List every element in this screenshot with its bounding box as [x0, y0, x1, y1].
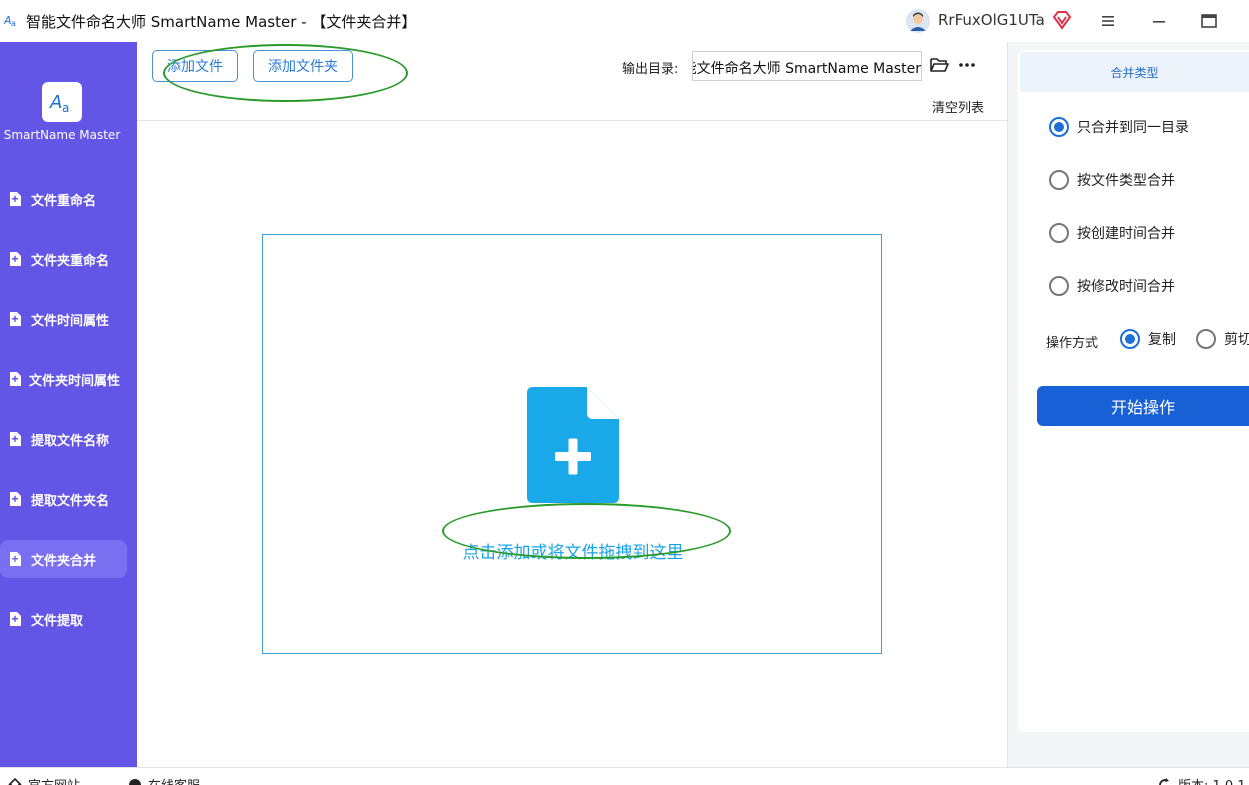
output-dir-label: 输出目录: [622, 62, 679, 77]
radio-button[interactable] [1049, 117, 1069, 137]
version-info[interactable]: 版本: 1.0.1 [1158, 775, 1246, 785]
file-icon [10, 252, 21, 266]
sidebar-item-label: 文件夹合并 [31, 553, 97, 569]
user-name[interactable]: RrFuxOlG1UTa [938, 11, 1045, 29]
sidebar-item-label: 文件重命名 [31, 193, 97, 209]
website-label: 官方网站 [28, 775, 80, 785]
clear-list-button[interactable]: 清空列表 [932, 97, 984, 116]
radio-label: 只合并到同一目录 [1077, 120, 1189, 136]
app-logo: A a [42, 82, 82, 122]
minimize-icon[interactable] [1150, 13, 1168, 29]
sidebar-item-label: 文件时间属性 [31, 313, 110, 329]
radio-merge-same-dir[interactable]: 只合并到同一目录 [1049, 117, 1189, 137]
more-icon[interactable] [957, 56, 977, 74]
output-dir-field[interactable]: 能文件命名大师 SmartName Master [692, 51, 922, 81]
svg-text:A: A [49, 92, 62, 113]
menu-icon[interactable] [1099, 13, 1117, 29]
add-folder-button[interactable]: 添加文件夹 [253, 50, 353, 82]
output-dir-value: 能文件命名大师 SmartName Master [692, 61, 921, 77]
radio-button[interactable] [1049, 170, 1069, 190]
toolbar: 添加文件 添加文件夹 输出目录: 能文件命名大师 SmartName Maste… [137, 42, 1007, 121]
vip-diamond-icon[interactable] [1051, 9, 1073, 31]
file-icon [10, 192, 21, 206]
home-icon [8, 777, 22, 785]
file-icon [10, 432, 21, 446]
online-support-link[interactable]: 在线客服 [128, 775, 200, 785]
sidebar-item-folder-merge[interactable]: 文件夹合并 [0, 540, 127, 578]
user-avatar[interactable] [906, 9, 930, 33]
file-icon [10, 312, 21, 326]
merge-type-header: 合并类型 [1020, 52, 1249, 92]
sidebar: A a SmartName Master 文件重命名 文件夹重命名 文件时间属性… [0, 42, 137, 767]
radio-label: 按文件类型合并 [1077, 173, 1175, 189]
version-label: 版本: 1.0.1 [1178, 775, 1246, 785]
start-operation-button[interactable]: 开始操作 [1037, 386, 1249, 426]
radio-merge-by-type[interactable]: 按文件类型合并 [1049, 170, 1175, 190]
sidebar-item-file-time[interactable]: 文件时间属性 [0, 300, 127, 338]
title-bar: A a 智能文件命名大师 SmartName Master - 【文件夹合并】 … [0, 0, 1249, 42]
svg-text:a: a [62, 101, 69, 115]
refresh-icon [1159, 777, 1171, 785]
svg-text:a: a [11, 19, 16, 28]
sidebar-item-folder-time[interactable]: 文件夹时间属性 [0, 360, 127, 398]
radio-merge-by-modified[interactable]: 按修改时间合并 [1049, 276, 1175, 296]
radio-label: 按创建时间合并 [1077, 226, 1175, 242]
radio-button[interactable] [1049, 276, 1069, 296]
add-file-button[interactable]: 添加文件 [152, 50, 238, 82]
sidebar-item-label: 提取文件夹名 [31, 493, 110, 509]
folder-open-icon[interactable] [929, 56, 949, 74]
file-icon [10, 372, 21, 386]
sidebar-item-folder-rename[interactable]: 文件夹重命名 [0, 240, 127, 278]
file-icon [10, 552, 21, 566]
support-label: 在线客服 [148, 775, 200, 785]
sidebar-item-label: 提取文件名称 [31, 433, 110, 449]
radio-op-cut[interactable]: 剪切 [1196, 329, 1249, 349]
drop-hint[interactable]: 点击添加或将文件拖拽到这里 [263, 538, 883, 563]
status-bar: 官方网站 在线客服 版本: 1.0.1 [0, 767, 1249, 785]
radio-button[interactable] [1120, 329, 1140, 349]
sidebar-item-file-rename[interactable]: 文件重命名 [0, 180, 127, 218]
sidebar-item-extract-filename[interactable]: 提取文件名称 [0, 420, 127, 458]
file-icon [10, 612, 21, 626]
radio-label: 按修改时间合并 [1077, 279, 1175, 295]
radio-button[interactable] [1049, 223, 1069, 243]
operation-mode-label: 操作方式 [1046, 336, 1099, 351]
radio-label: 复制 [1148, 332, 1176, 348]
sidebar-item-extract-foldername[interactable]: 提取文件夹名 [0, 480, 127, 518]
avatar-icon [906, 9, 930, 33]
radio-op-copy[interactable]: 复制 [1120, 329, 1176, 349]
official-website-link[interactable]: 官方网站 [8, 775, 80, 785]
radio-merge-by-created[interactable]: 按创建时间合并 [1049, 223, 1175, 243]
sidebar-item-label: 文件提取 [31, 613, 84, 629]
app-name: SmartName Master [3, 128, 121, 142]
radio-button[interactable] [1196, 329, 1216, 349]
radio-label: 剪切 [1224, 332, 1249, 348]
app-logo-icon: A a [49, 92, 69, 115]
sidebar-item-file-extract[interactable]: 文件提取 [0, 600, 127, 638]
maximize-icon[interactable] [1200, 12, 1218, 30]
window-title: 智能文件命名大师 SmartName Master - 【文件夹合并】 [26, 13, 417, 31]
app-logo-icon: A a [4, 14, 16, 28]
add-file-icon [527, 387, 619, 503]
sidebar-item-label: 文件夹时间属性 [29, 373, 121, 389]
sidebar-item-label: 文件夹重命名 [31, 253, 110, 269]
file-icon [10, 492, 21, 506]
file-drop-zone[interactable]: 点击添加或将文件拖拽到这里 [262, 234, 882, 654]
headset-icon [129, 778, 141, 785]
